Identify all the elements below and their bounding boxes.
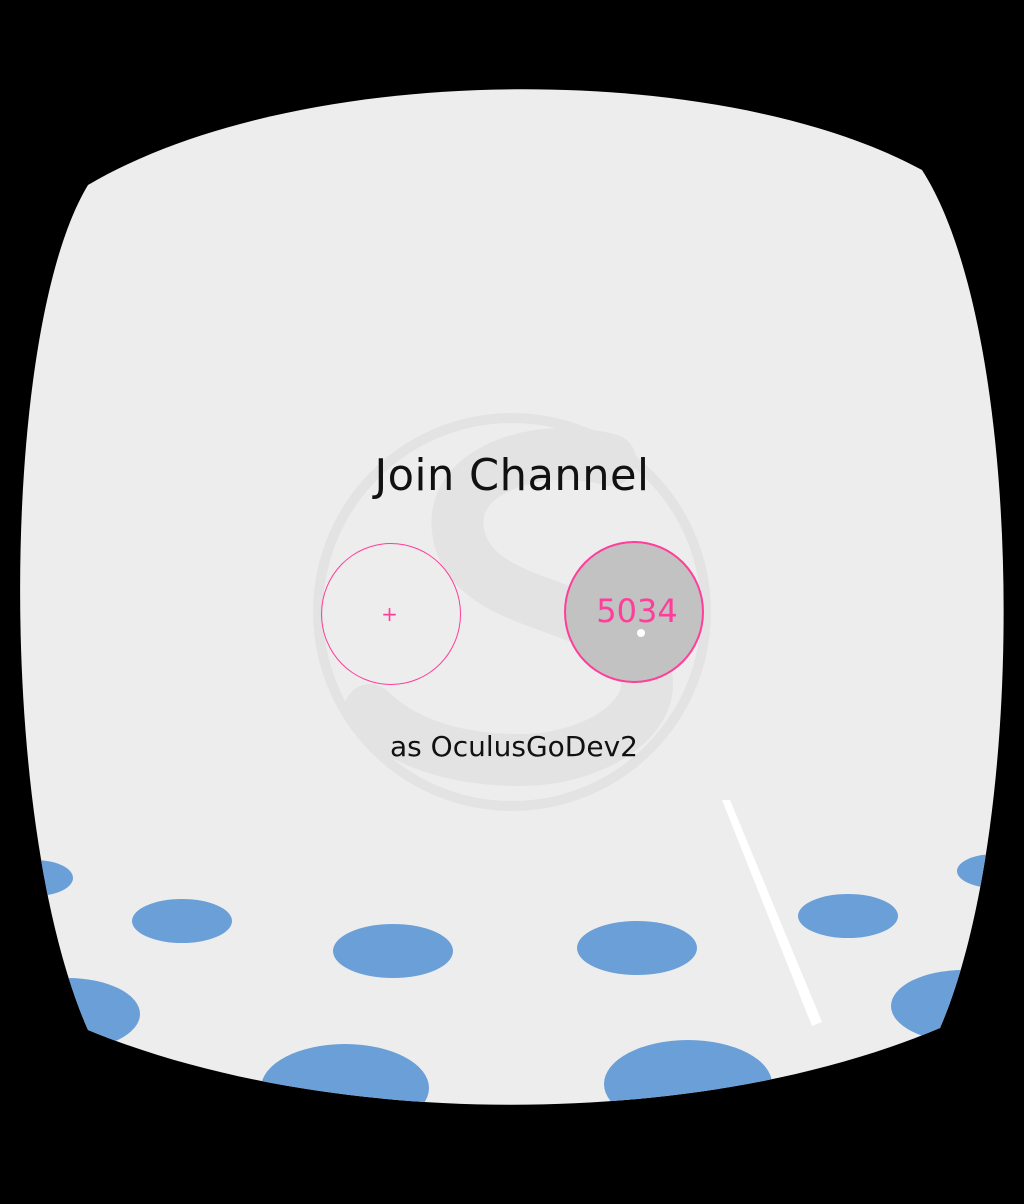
lens-scene xyxy=(20,89,1004,1105)
channel-number: 5034 xyxy=(596,592,678,630)
page-title: Join Channel xyxy=(374,450,650,501)
vr-viewport: Join Channel + 5034 as OculusGoDev2 xyxy=(0,0,1024,1204)
floor-dot xyxy=(132,899,232,943)
add-channel-button[interactable]: + xyxy=(321,543,461,685)
gaze-cursor-icon xyxy=(637,629,645,637)
floor-dot xyxy=(798,894,898,938)
floor-dot xyxy=(577,921,697,975)
floor-dot xyxy=(333,924,453,978)
floor-dot xyxy=(20,978,140,1050)
floor-dot xyxy=(604,1040,772,1105)
floor-dot xyxy=(261,1044,429,1105)
floor-dot xyxy=(20,860,73,896)
channel-button[interactable]: 5034 xyxy=(564,541,704,683)
plus-icon: + xyxy=(381,602,398,626)
user-label: as OculusGoDev2 xyxy=(390,730,638,763)
